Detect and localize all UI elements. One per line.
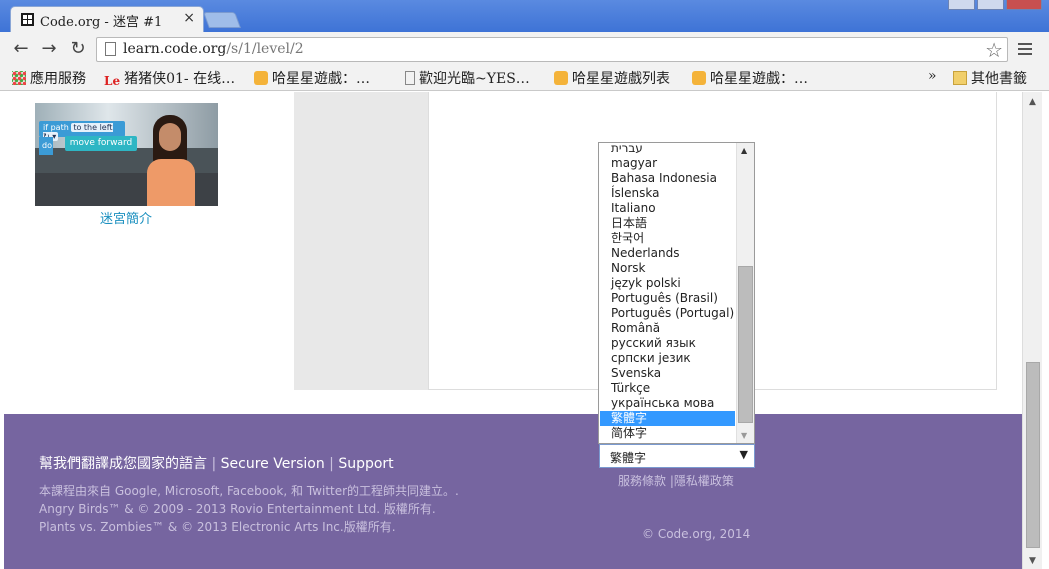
forward-arrow-icon[interactable]: → xyxy=(38,38,60,60)
language-option[interactable]: Svenska xyxy=(600,366,735,381)
url-text: learn.code.org/s/1/level/2 xyxy=(123,41,304,57)
tab-title: Code.org - 迷宫 #1 xyxy=(40,15,163,30)
page-icon xyxy=(105,42,116,56)
language-option[interactable]: Română xyxy=(600,321,735,336)
secure-version-link[interactable]: Secure Version xyxy=(221,456,325,472)
language-option[interactable]: język polski xyxy=(600,276,735,291)
terms-link[interactable]: 服務條款 xyxy=(618,474,666,488)
game-icon xyxy=(554,71,568,85)
language-option[interactable]: Norsk xyxy=(600,261,735,276)
footer-links: 幫我們翻譯成您國家的語言 | Secure Version | Support xyxy=(39,456,394,472)
bookmarks-overflow-button[interactable]: » xyxy=(928,68,937,84)
dropdown-scroll-down-icon[interactable]: ▼ xyxy=(741,431,747,440)
scrollbar-thumb[interactable] xyxy=(1026,362,1040,548)
other-bookmarks-folder[interactable]: 其他書籤 xyxy=(953,68,1027,88)
bookmark-item[interactable]: 應用服務 xyxy=(12,68,86,88)
reload-icon[interactable]: ↻ xyxy=(67,38,89,60)
video-caption-link[interactable]: 迷宮簡介 xyxy=(100,208,152,227)
game-icon xyxy=(692,71,706,85)
translate-link[interactable]: 幫我們翻譯成您國家的語言 xyxy=(39,456,207,472)
page-viewport: if path to the left ↻ ▾ do move forward … xyxy=(0,92,1022,569)
credit-line: Angry Birds™ & © 2009 - 2013 Rovio Enter… xyxy=(39,502,436,516)
page-icon xyxy=(405,71,415,85)
folder-icon xyxy=(953,71,967,85)
language-option[interactable]: Íslenska xyxy=(600,186,735,201)
scroll-up-arrow-icon[interactable]: ▲ xyxy=(1029,97,1036,107)
bookmarks-bar: 應用服務 Le 猪猪侠01- 在线… 哈星星遊戲：… 歡迎光臨~YES… 哈星星遊… xyxy=(0,66,1049,91)
back-arrow-icon[interactable]: ← xyxy=(10,38,32,60)
maze-intro-video-thumbnail[interactable]: if path to the left ↻ ▾ do move forward xyxy=(35,103,218,206)
language-option[interactable]: 繁體字 xyxy=(600,411,735,426)
language-option[interactable]: 한국어 xyxy=(600,231,735,246)
minimize-button[interactable] xyxy=(948,0,975,10)
maximize-button[interactable] xyxy=(977,0,1004,10)
language-option[interactable]: українська мова xyxy=(600,396,735,411)
dropdown-scroll-up-icon[interactable]: ▲ xyxy=(741,146,747,155)
language-option[interactable]: Türkçe xyxy=(600,381,735,396)
language-dropdown-list[interactable]: עברית magyar Bahasa Indonesia Íslenska Itali… xyxy=(598,142,755,444)
language-select-value: 繁體字 xyxy=(610,451,647,465)
language-option[interactable]: magyar xyxy=(600,156,735,171)
dropdown-scrollbar[interactable]: ▲ ▼ xyxy=(736,143,754,443)
language-select[interactable]: 繁體字 ▼ xyxy=(599,444,755,468)
close-window-button[interactable] xyxy=(1006,0,1042,10)
language-option[interactable]: Português (Portugal) xyxy=(600,306,735,321)
browser-tab[interactable]: Code.org - 迷宫 #1 × xyxy=(10,6,204,32)
bookmark-item[interactable]: 歡迎光臨~YES… xyxy=(405,68,530,88)
game-icon xyxy=(254,71,268,85)
language-option[interactable]: 简体字 xyxy=(600,426,735,441)
move-forward-block: move forward xyxy=(65,136,137,151)
presenter-image xyxy=(147,115,195,206)
bookmark-item[interactable]: 哈星星遊戲：… xyxy=(254,68,370,88)
language-option[interactable]: Português (Brasil) xyxy=(600,291,735,306)
language-option[interactable]: Nederlands xyxy=(600,246,735,261)
apps-grid-icon xyxy=(12,71,26,85)
letv-icon: Le xyxy=(104,74,121,88)
page-footer: 幫我們翻譯成您國家的語言 | Secure Version | Support … xyxy=(4,414,1022,569)
if-block: if path to the left ↻ ▾ xyxy=(39,121,125,141)
copyright-text: © Code.org, 2014 xyxy=(642,527,751,541)
privacy-link[interactable]: 隱私權政策 xyxy=(674,474,734,488)
language-option[interactable]: Bahasa Indonesia xyxy=(600,171,735,186)
bookmark-item[interactable]: 哈星星遊戲列表 xyxy=(554,68,670,88)
bookmark-item[interactable]: 哈星星遊戲：… xyxy=(692,68,808,88)
address-bar[interactable]: learn.code.org/s/1/level/2 ☆ xyxy=(96,37,1008,62)
support-link[interactable]: Support xyxy=(338,456,393,472)
language-option[interactable]: српски језик xyxy=(600,351,735,366)
language-option[interactable]: עברית xyxy=(600,143,735,156)
do-block: do xyxy=(39,137,53,155)
chrome-menu-icon[interactable] xyxy=(1018,43,1032,58)
tab-close-icon[interactable]: × xyxy=(183,10,195,26)
credit-line: Plants vs. Zombies™ & © 2013 Electronic … xyxy=(39,520,396,534)
browser-toolbar: ← → ↻ learn.code.org/s/1/level/2 ☆ xyxy=(0,32,1049,66)
credit-line: 本課程由來自 Google, Microsoft, Facebook, 和 Tw… xyxy=(39,484,459,498)
window-controls xyxy=(948,0,1044,10)
language-option[interactable]: Italiano xyxy=(600,201,735,216)
new-tab-button[interactable] xyxy=(203,12,241,28)
legal-links: 服務條款 |隱私權政策 xyxy=(618,474,734,488)
scroll-down-arrow-icon[interactable]: ▼ xyxy=(1029,556,1036,566)
dropdown-arrow-icon: ▼ xyxy=(739,448,748,461)
language-option[interactable]: 日本語 xyxy=(600,216,735,231)
bookmark-item[interactable]: Le 猪猪侠01- 在线… xyxy=(104,68,235,88)
dropdown-scrollbar-thumb[interactable] xyxy=(738,266,753,423)
page-scrollbar[interactable]: ▲ ▼ xyxy=(1022,92,1042,569)
bookmark-star-icon[interactable]: ☆ xyxy=(985,38,1003,62)
language-option[interactable]: русский язык xyxy=(600,336,735,351)
code-org-favicon-icon xyxy=(21,13,34,26)
